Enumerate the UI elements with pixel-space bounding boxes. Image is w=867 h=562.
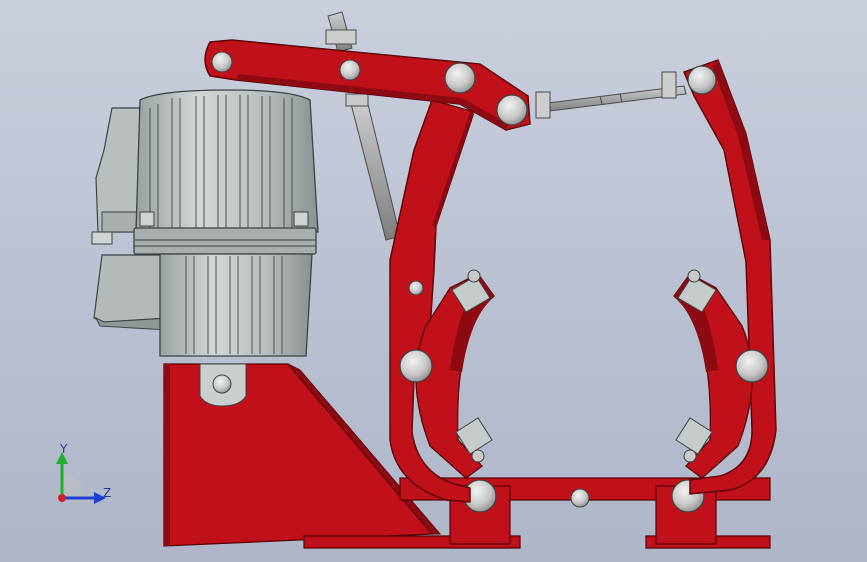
base-center-bolt[interactable] bbox=[570, 488, 590, 508]
thruster-motor[interactable] bbox=[91, 89, 319, 357]
tie-rod[interactable] bbox=[535, 71, 687, 119]
lever-pin-pivot[interactable] bbox=[444, 62, 476, 94]
axis-z-label: Z bbox=[103, 486, 112, 500]
left-shoe-pivot-pin[interactable] bbox=[399, 349, 433, 383]
lever-pin-left[interactable] bbox=[211, 51, 233, 73]
motor-flange bbox=[133, 227, 317, 255]
right-arm-top-pin[interactable] bbox=[687, 65, 717, 95]
right-shoe-pivot-pin[interactable] bbox=[735, 349, 769, 383]
terminal-box bbox=[93, 254, 169, 323]
motor-upper-housing bbox=[135, 89, 319, 233]
lever-pin-end[interactable] bbox=[496, 94, 528, 126]
graphics-viewport[interactable]: Y Z bbox=[0, 0, 867, 562]
brake-assembly-model[interactable] bbox=[0, 0, 867, 562]
lever-pin-mid[interactable] bbox=[339, 59, 361, 81]
motor-lower-housing bbox=[159, 253, 313, 357]
axis-y-label: Y bbox=[60, 442, 68, 456]
orientation-triad: Y Z bbox=[50, 440, 120, 510]
push-rod[interactable] bbox=[325, 11, 401, 241]
adjust-nut[interactable] bbox=[325, 29, 357, 45]
